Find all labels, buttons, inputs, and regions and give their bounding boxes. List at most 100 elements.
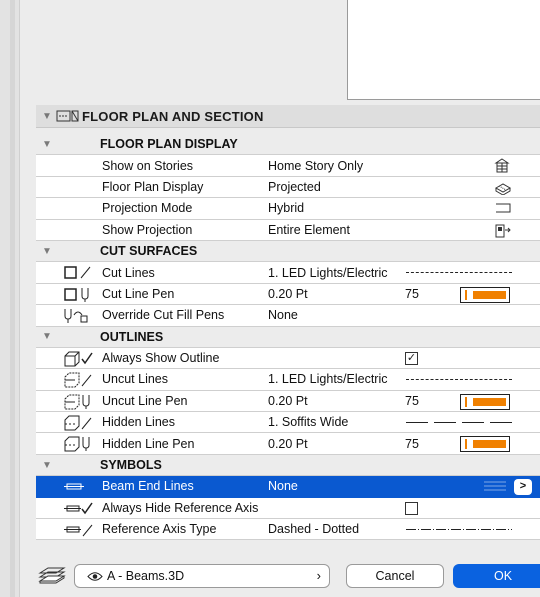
row-show-on-stories[interactable]: Show on Stories Home Story Only [36,155,540,177]
row-label: Show on Stories [102,158,194,173]
uncut-line-pen-icon [62,393,96,410]
settings-table: ▼ FLOOR PLAN DISPLAY Show on Stories Hom… [36,134,540,541]
row-hidden-line-pen[interactable]: Hidden Line Pen 0.20 Pt 75 [36,433,540,455]
row-cut-lines[interactable]: Cut Lines 1. LED Lights/Electric [36,262,540,284]
pen-number: 75 [405,286,419,301]
group-label: OUTLINES [100,329,164,344]
row-always-show-outline[interactable]: Always Show Outline ✓ [36,347,540,370]
row-label: Hidden Lines [102,415,175,430]
pen-color-swatch[interactable] [460,436,510,453]
collapse-triangle-icon[interactable]: ▼ [42,139,52,150]
row-value[interactable]: Entire Element [268,223,350,237]
uncut-line-type-icon [62,371,96,388]
line-type-preview [406,529,512,531]
hide-axis-check-icon [62,500,96,517]
row-value[interactable]: None [268,479,298,493]
line-type-preview [406,272,512,274]
pen-color-swatch[interactable] [460,393,510,410]
row-floor-plan-display[interactable]: Floor Plan Display Projected [36,176,540,199]
collapse-triangle-icon[interactable]: ▼ [42,331,52,342]
cut-line-pen-icon [62,286,96,303]
dialog-footer: A - Beams.3D › Cancel OK [36,560,540,597]
group-label: CUT SURFACES [100,244,198,259]
row-label: Always Hide Reference Axis [102,500,259,515]
row-value[interactable]: None [268,308,298,322]
always-show-outline-checkbox[interactable]: ✓ [405,351,418,365]
collapse-triangle-icon[interactable]: ▼ [42,460,52,471]
row-value[interactable]: Projected [268,180,321,194]
row-label: Uncut Line Pen [102,393,188,408]
hidden-line-type-icon [62,414,96,431]
hidden-line-pen-icon [62,435,96,452]
favorites-label: A - Beams.3D [107,569,185,583]
row-value: 0.20 Pt [268,436,308,451]
row-uncut-line-pen[interactable]: Uncut Line Pen 0.20 Pt 75 [36,390,540,413]
always-hide-axis-checkbox[interactable] [405,501,418,515]
group-cut-surfaces[interactable]: ▼ CUT SURFACES [36,240,540,263]
projected-display-icon [494,180,512,198]
cut-line-type-icon [62,264,96,281]
row-value[interactable]: 1. Soffits Wide [268,415,348,429]
row-value: 0.20 Pt [268,286,308,301]
stories-icon [494,158,510,176]
row-cut-line-pen[interactable]: Cut Line Pen 0.20 Pt 75 [36,283,540,306]
row-value[interactable]: Dashed - Dotted [268,522,359,536]
row-value[interactable]: 1. LED Lights/Electric [268,266,388,280]
row-value: 0.20 Pt [268,393,308,408]
row-label: Cut Lines [102,265,155,280]
outline-checkmark-icon [62,350,96,367]
pen-number: 75 [405,393,419,408]
row-label: Floor Plan Display [102,179,204,194]
row-override-cut-fill[interactable]: Override Cut Fill Pens None [36,305,540,327]
group-symbols[interactable]: ▼ SYMBOLS [36,454,540,477]
group-outlines[interactable]: ▼ OUTLINES [36,326,540,348]
collapse-triangle-icon[interactable]: ▼ [42,246,52,257]
row-hidden-lines[interactable]: Hidden Lines 1. Soffits Wide [36,412,540,434]
ok-button[interactable]: OK [453,564,540,588]
left-panel-edge [0,0,20,597]
row-show-projection[interactable]: Show Projection Entire Element [36,219,540,241]
entire-element-icon [494,223,512,241]
row-label: Hidden Line Pen [102,436,195,451]
line-type-preview [406,422,512,424]
favorites-selector[interactable]: A - Beams.3D › [74,564,330,588]
chevron-right-icon[interactable]: > [514,479,532,496]
row-value[interactable]: 1. LED Lights/Electric [268,372,388,386]
chevron-right-icon: › [316,568,321,583]
pen-number: 75 [405,436,419,451]
cancel-button[interactable]: Cancel [346,564,444,588]
axis-line-type-icon [62,521,96,538]
row-beam-end-lines[interactable]: Beam End Lines None > [36,476,540,498]
pen-color-swatch[interactable] [460,286,510,303]
row-label: Uncut Lines [102,372,169,387]
beam-settings-dialog: ▼ FLOOR PLAN AND SECTION ▼ FLOOR PLAN DI… [0,0,540,597]
row-label: Projection Mode [102,201,193,216]
preview-pane [347,0,540,100]
hybrid-mode-icon [494,201,512,218]
override-fill-pens-icon [62,307,96,324]
group-label: SYMBOLS [100,458,162,473]
line-type-preview [406,379,512,381]
row-value[interactable]: Home Story Only [268,159,363,173]
row-projection-mode[interactable]: Projection Mode Hybrid [36,198,540,220]
section-title: FLOOR PLAN AND SECTION [82,108,264,124]
row-always-hide-axis[interactable]: Always Hide Reference Axis [36,497,540,520]
eye-icon [87,571,103,582]
row-value[interactable]: Hybrid [268,201,304,215]
collapse-triangle-icon[interactable]: ▼ [38,111,56,122]
row-label: Always Show Outline [102,351,220,366]
row-label: Reference Axis Type [102,522,217,537]
row-reference-axis-type[interactable]: Reference Axis Type Dashed - Dotted [36,519,540,541]
floor-plan-section-icon [56,110,82,122]
row-label: Cut Line Pen [102,286,175,301]
beam-end-lines-icon [62,478,96,495]
group-label: FLOOR PLAN DISPLAY [100,137,238,152]
section-header-floor-plan[interactable]: ▼ FLOOR PLAN AND SECTION [36,105,540,128]
row-label: Beam End Lines [102,479,194,494]
group-floor-plan-display[interactable]: ▼ FLOOR PLAN DISPLAY [36,134,540,156]
favorites-icon[interactable] [38,565,66,587]
row-label: Override Cut Fill Pens [102,308,225,323]
row-label: Show Projection [102,222,193,237]
row-uncut-lines[interactable]: Uncut Lines 1. LED Lights/Electric [36,369,540,391]
list-lines-icon [484,480,506,496]
